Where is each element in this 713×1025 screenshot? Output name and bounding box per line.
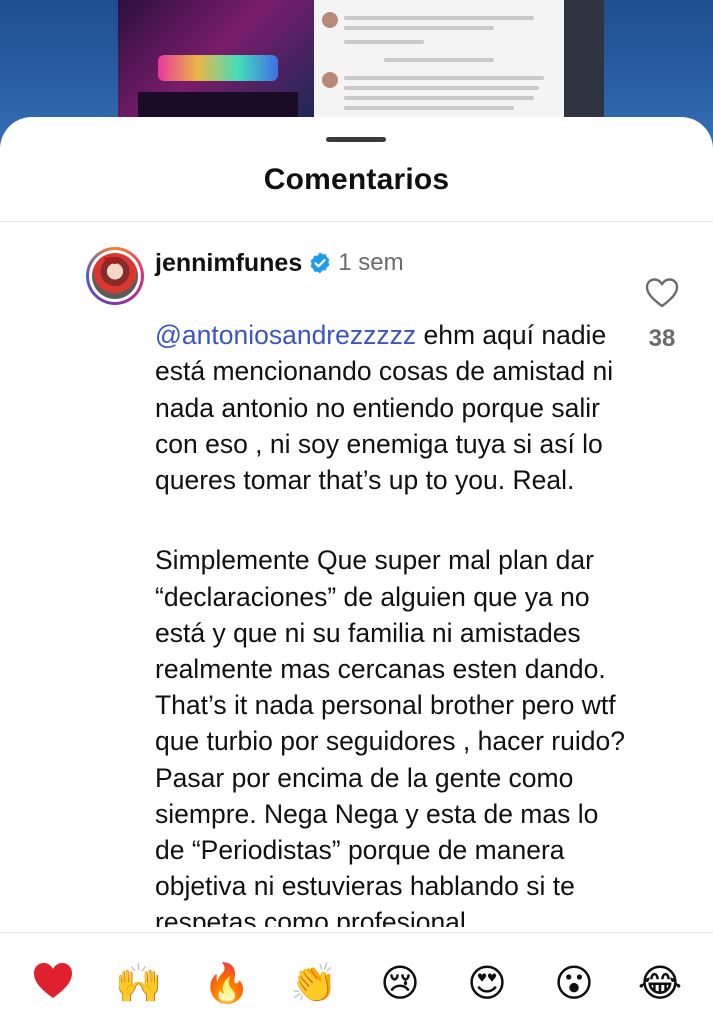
divider	[0, 221, 713, 222]
emoji-reaction-bar: 🙌 🔥 👏 😢 😍 😮 😂	[0, 932, 713, 1025]
red-heart-emoji-button[interactable]	[29, 959, 77, 1007]
fire-emoji-button[interactable]: 🔥	[203, 959, 251, 1007]
stage-sign	[158, 55, 278, 81]
avatar-photo: XV	[92, 253, 138, 299]
comment-text: @antoniosandrezzzzz ehm aquí nadie está …	[155, 281, 625, 927]
heart-icon[interactable]	[645, 277, 679, 309]
bg-text-line	[344, 26, 494, 30]
bg-text-line	[384, 58, 494, 62]
sheet-title: Comentarios	[263, 163, 450, 196]
bg-text-line	[344, 76, 544, 80]
crying-face-emoji-button[interactable]: 😢	[376, 959, 424, 1007]
bg-text-line	[344, 106, 514, 110]
bg-text-line	[344, 96, 534, 100]
astonished-face-emoji-button[interactable]: 😮	[550, 959, 598, 1007]
avatar-tag: XV	[103, 256, 119, 267]
avatar[interactable]: XV	[86, 247, 144, 305]
bg-text-line	[344, 86, 539, 90]
raising-hands-emoji-button[interactable]: 🙌	[115, 959, 163, 1007]
like-column: 38	[636, 277, 688, 353]
comment-header: jennimfunes 1 sem	[155, 245, 404, 281]
bg-text-line	[344, 40, 424, 44]
comments-sheet: Comentarios XV jennimfunes 1 sem @antoni…	[0, 117, 713, 1024]
bg-avatar	[322, 12, 338, 28]
clapping-hands-emoji-button[interactable]: 👏	[290, 959, 338, 1007]
comment-username[interactable]: jennimfunes	[155, 249, 302, 278]
tears-of-joy-emoji-button[interactable]: 😂	[636, 959, 684, 1007]
comment-paragraph: @antoniosandrezzzzz ehm aquí nadie está …	[155, 317, 625, 498]
verified-badge-icon	[310, 252, 330, 274]
mention-link[interactable]: @antoniosandrezzzzz	[155, 320, 416, 350]
red-heart-icon	[34, 963, 72, 998]
heart-eyes-emoji-button[interactable]: 😍	[463, 959, 511, 1007]
bg-avatar	[322, 72, 338, 88]
sheet-grabber[interactable]	[326, 137, 386, 142]
comment-timestamp: 1 sem	[338, 249, 404, 276]
comment-paragraph: Simplemente Que super mal plan dar “decl…	[155, 545, 625, 927]
bg-text-line	[344, 16, 534, 20]
like-count: 38	[648, 325, 676, 352]
comment-item: XV jennimfunes 1 sem @antoniosandrezzzzz…	[0, 237, 713, 927]
